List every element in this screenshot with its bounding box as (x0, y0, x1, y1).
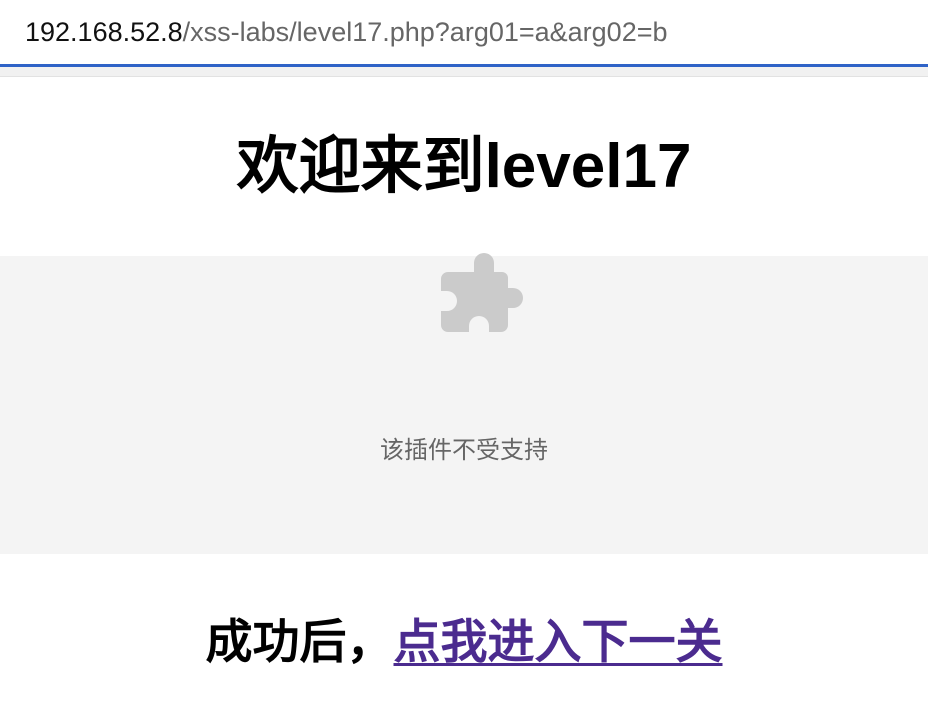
puzzle-piece-shape (441, 253, 523, 332)
browser-window: 192.168.52.8/xss-labs/level17.php?arg01=… (0, 0, 928, 718)
toolbar-separator (0, 67, 928, 77)
success-message: 成功后，点我进入下一关 (0, 614, 928, 670)
next-level-link[interactable]: 点我进入下一关 (394, 615, 723, 668)
address-bar[interactable]: 192.168.52.8/xss-labs/level17.php?arg01=… (0, 0, 928, 64)
url-path[interactable]: /xss-labs/level17.php?arg01=a&arg02=b (183, 17, 668, 47)
url-host[interactable]: 192.168.52.8 (25, 17, 183, 47)
puzzle-piece-icon (441, 253, 523, 332)
success-prefix: 成功后， (205, 615, 394, 668)
page-title: 欢迎来到level17 (236, 132, 692, 201)
web-page: 欢迎来到level17 该插件不受支持 成功后，点我进入下一关 (0, 77, 928, 718)
url-text[interactable]: 192.168.52.8/xss-labs/level17.php?arg01=… (25, 16, 668, 48)
plugin-unsupported-message: 该插件不受支持 (380, 437, 548, 464)
